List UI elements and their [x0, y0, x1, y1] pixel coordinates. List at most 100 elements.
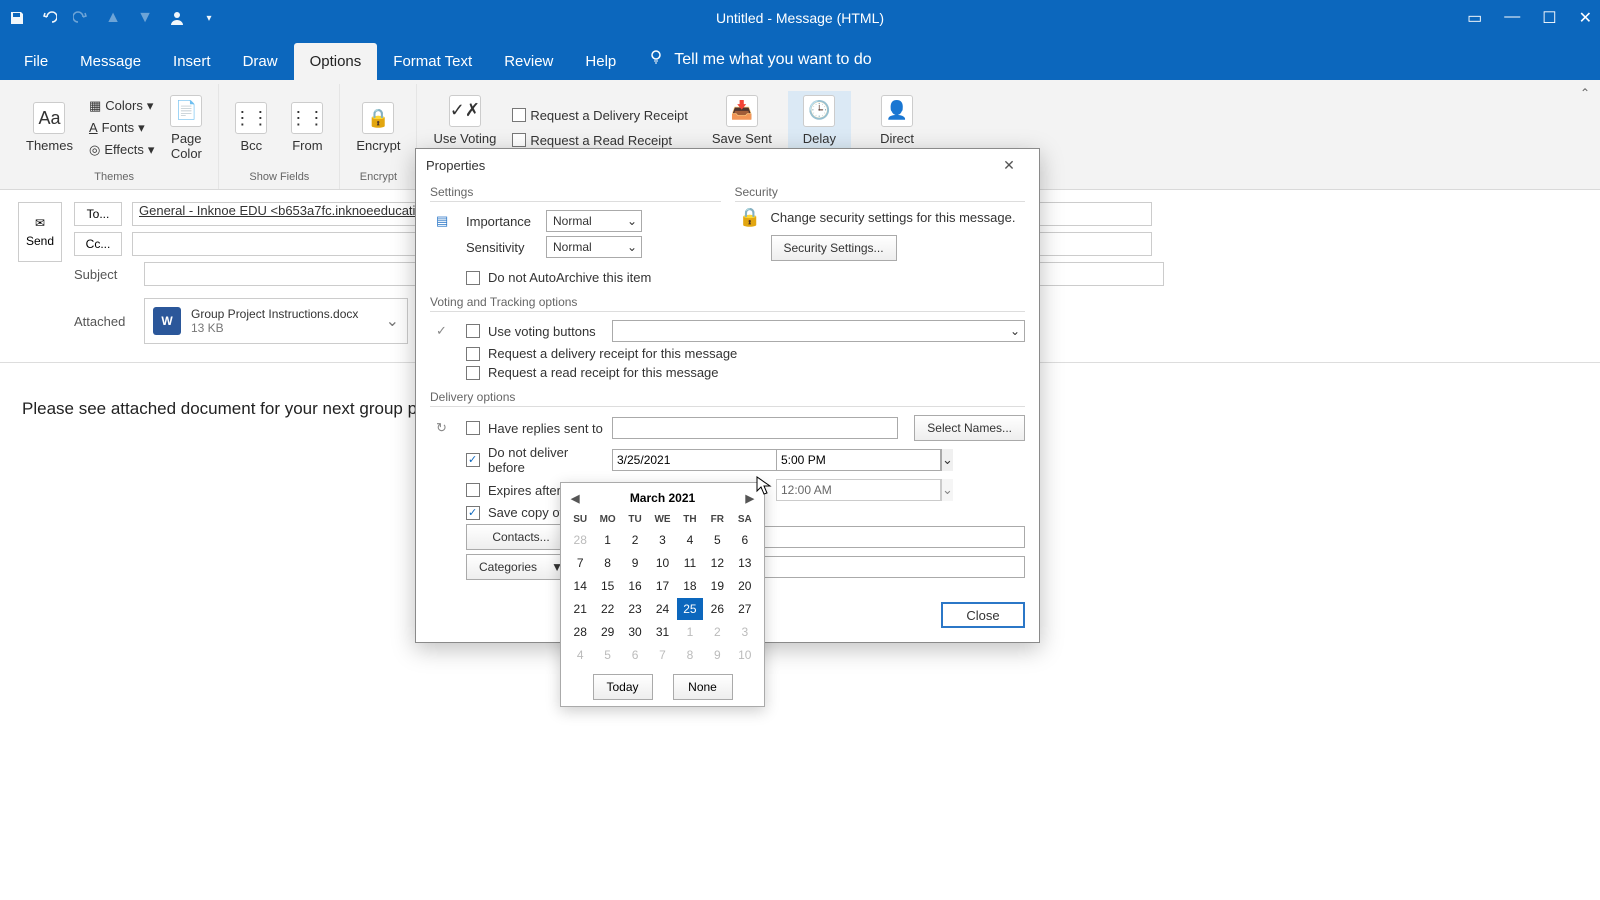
tab-help[interactable]: Help — [569, 43, 632, 80]
tab-format-text[interactable]: Format Text — [377, 43, 488, 80]
calendar-day[interactable]: 16 — [622, 575, 648, 597]
req-delivery-checkbox[interactable] — [466, 347, 480, 361]
send-button[interactable]: ✉ Send — [18, 202, 62, 262]
request-delivery-receipt-ribbon[interactable]: Request a Delivery Receipt — [512, 107, 688, 124]
ribbon-display-icon[interactable]: ▭ — [1467, 8, 1482, 28]
chevron-down-icon[interactable]: ⌄ — [941, 479, 953, 501]
fonts-button[interactable]: AFonts ▾ — [89, 119, 154, 137]
encrypt-button[interactable]: 🔒Encrypt — [348, 98, 408, 157]
calendar-day[interactable]: 8 — [594, 552, 620, 574]
minimize-icon[interactable]: — — [1504, 8, 1520, 28]
calendar-day[interactable]: 6 — [622, 644, 648, 666]
chevron-down-icon[interactable]: ⌄ — [386, 311, 399, 331]
calendar-day[interactable]: 30 — [622, 621, 648, 643]
calendar-day[interactable]: 10 — [732, 644, 758, 666]
dialog-close-icon[interactable]: ✕ — [989, 157, 1029, 174]
calendar-day[interactable]: 20 — [732, 575, 758, 597]
calendar-day[interactable]: 31 — [649, 621, 675, 643]
page-color-button[interactable]: 📄 Page Color — [162, 91, 210, 165]
expires-time-combo[interactable]: ⌄ — [776, 479, 922, 501]
req-read-checkbox[interactable] — [466, 366, 480, 380]
close-window-icon[interactable]: ✕ — [1579, 8, 1592, 28]
tab-file[interactable]: File — [8, 43, 64, 80]
no-deliver-before-checkbox[interactable] — [466, 453, 480, 467]
calendar-day[interactable]: 3 — [732, 621, 758, 643]
calendar-day[interactable]: 8 — [677, 644, 703, 666]
calendar-day[interactable]: 10 — [649, 552, 675, 574]
calendar-day[interactable]: 2 — [622, 529, 648, 551]
calendar-day[interactable]: 28 — [567, 529, 593, 551]
tell-me-search[interactable]: Tell me what you want to do — [632, 39, 887, 80]
prev-month-icon[interactable]: ◀ — [571, 492, 579, 505]
calendar-day[interactable]: 23 — [622, 598, 648, 620]
next-month-icon[interactable]: ▶ — [746, 492, 754, 505]
undo-icon[interactable] — [40, 9, 58, 27]
save-copy-checkbox[interactable] — [466, 506, 480, 520]
redo-icon[interactable] — [72, 9, 90, 27]
importance-combo[interactable]: Normal⌄ — [546, 210, 642, 232]
arrow-down-icon[interactable]: ▼ — [136, 9, 154, 27]
calendar-day[interactable]: 4 — [677, 529, 703, 551]
to-button[interactable]: To... — [74, 202, 122, 226]
calendar-day[interactable]: 13 — [732, 552, 758, 574]
colors-button[interactable]: ▦Colors ▾ — [89, 97, 154, 115]
request-read-receipt-ribbon[interactable]: Request a Read Receipt — [512, 132, 688, 149]
calendar-day[interactable]: 1 — [594, 529, 620, 551]
tab-review[interactable]: Review — [488, 43, 569, 80]
person-icon[interactable] — [168, 9, 186, 27]
calendar-day[interactable]: 9 — [622, 552, 648, 574]
have-replies-checkbox[interactable] — [466, 421, 480, 435]
calendar-day[interactable]: 26 — [704, 598, 730, 620]
maximize-icon[interactable]: ☐ — [1542, 8, 1556, 28]
calendar-day[interactable]: 19 — [704, 575, 730, 597]
expires-after-checkbox[interactable] — [466, 483, 480, 497]
calendar-day[interactable]: 18 — [677, 575, 703, 597]
voting-combo[interactable]: ⌄ — [612, 320, 1025, 342]
tab-draw[interactable]: Draw — [227, 43, 294, 80]
calendar-day[interactable]: 7 — [649, 644, 675, 666]
tab-message[interactable]: Message — [64, 43, 157, 80]
bcc-button[interactable]: ⋮⋮Bcc — [227, 98, 275, 157]
today-button[interactable]: Today — [593, 674, 653, 700]
chevron-down-icon[interactable]: ⌄ — [941, 449, 953, 471]
qat-customize-icon[interactable]: ▾ — [200, 9, 218, 27]
calendar-day[interactable]: 28 — [567, 621, 593, 643]
calendar-day[interactable]: 11 — [677, 552, 703, 574]
calendar-day[interactable]: 22 — [594, 598, 620, 620]
calendar-day[interactable]: 14 — [567, 575, 593, 597]
autoarchive-checkbox[interactable] — [466, 271, 480, 285]
calendar-day[interactable]: 2 — [704, 621, 730, 643]
tab-insert[interactable]: Insert — [157, 43, 227, 80]
none-button[interactable]: None — [673, 674, 733, 700]
select-names-button[interactable]: Select Names... — [914, 415, 1025, 441]
save-icon[interactable] — [8, 9, 26, 27]
calendar-day[interactable]: 9 — [704, 644, 730, 666]
calendar-day[interactable]: 27 — [732, 598, 758, 620]
calendar-day[interactable]: 6 — [732, 529, 758, 551]
themes-button[interactable]: Aa Themes — [18, 98, 81, 157]
deliver-date-combo[interactable]: ⌄ — [612, 449, 758, 471]
collapse-ribbon-icon[interactable]: ⌃ — [1580, 86, 1590, 100]
security-settings-button[interactable]: Security Settings... — [771, 235, 897, 261]
calendar-day[interactable]: 5 — [594, 644, 620, 666]
calendar-day[interactable]: 1 — [677, 621, 703, 643]
calendar-day[interactable]: 3 — [649, 529, 675, 551]
use-voting-checkbox[interactable] — [466, 324, 480, 338]
deliver-time-combo[interactable]: ⌄ — [776, 449, 922, 471]
calendar-day[interactable]: 12 — [704, 552, 730, 574]
calendar-day[interactable]: 21 — [567, 598, 593, 620]
calendar-day[interactable]: 17 — [649, 575, 675, 597]
calendar-day[interactable]: 29 — [594, 621, 620, 643]
sensitivity-combo[interactable]: Normal⌄ — [546, 236, 642, 258]
arrow-up-icon[interactable]: ▲ — [104, 9, 122, 27]
calendar-day[interactable]: 15 — [594, 575, 620, 597]
calendar-day[interactable]: 5 — [704, 529, 730, 551]
calendar-day[interactable]: 4 — [567, 644, 593, 666]
close-button[interactable]: Close — [941, 602, 1025, 628]
calendar-day[interactable]: 25 — [677, 598, 703, 620]
calendar-day[interactable]: 24 — [649, 598, 675, 620]
attachment-chip[interactable]: W Group Project Instructions.docx 13 KB … — [144, 298, 408, 344]
effects-button[interactable]: ◎Effects ▾ — [89, 141, 154, 159]
from-button[interactable]: ⋮⋮From — [283, 98, 331, 157]
calendar-day[interactable]: 7 — [567, 552, 593, 574]
